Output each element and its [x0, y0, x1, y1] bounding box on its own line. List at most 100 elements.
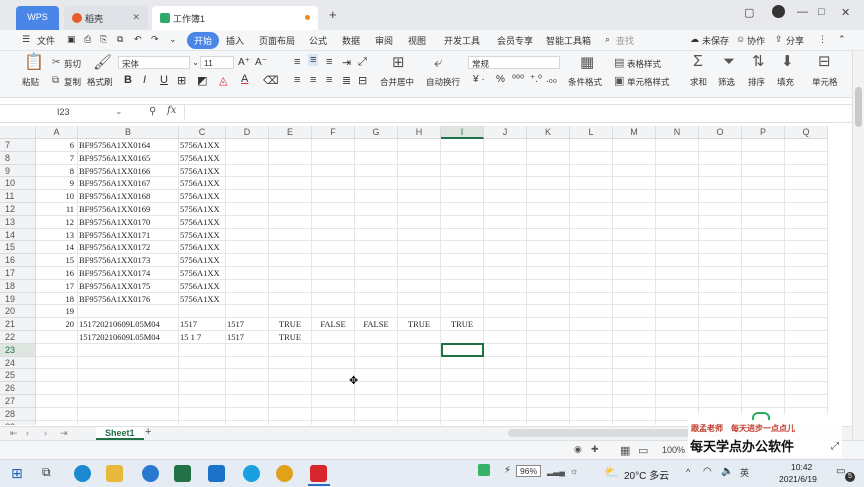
cell-g7[interactable]	[355, 139, 398, 152]
cell-f9[interactable]	[312, 164, 355, 178]
cell-j18[interactable]	[484, 279, 527, 293]
cell-k7[interactable]	[527, 139, 570, 152]
cell-k18[interactable]	[527, 279, 570, 293]
cell-m10[interactable]	[613, 177, 656, 191]
distributed-icon[interactable]: ⊟	[358, 74, 367, 87]
copy-button[interactable]: 复制	[64, 76, 81, 88]
cell-f21[interactable]: FALSE	[312, 318, 355, 331]
cell-q10[interactable]	[785, 177, 828, 191]
cell-h20[interactable]	[398, 305, 441, 319]
cell-f18[interactable]	[312, 279, 355, 293]
cell-p10[interactable]	[742, 177, 785, 191]
cell-a24[interactable]	[36, 356, 78, 370]
cell-p17[interactable]	[742, 267, 785, 280]
cell-l11[interactable]	[570, 190, 613, 203]
cell-n9[interactable]	[656, 164, 699, 178]
cell-j20[interactable]	[484, 305, 527, 319]
cell-m11[interactable]	[613, 190, 656, 203]
filter-icon[interactable]: ⏷	[723, 54, 735, 69]
wrap-text-button[interactable]: 自动换行	[426, 76, 460, 88]
cell-o8[interactable]	[699, 151, 742, 165]
cell-k10[interactable]	[527, 177, 570, 191]
cell-m14[interactable]	[613, 228, 656, 242]
cell-p14[interactable]	[742, 228, 785, 242]
menu-member[interactable]: 会员专享	[497, 34, 533, 47]
cell-o24[interactable]	[699, 356, 742, 370]
paste-button[interactable]: 粘贴	[22, 76, 39, 88]
cell-e24[interactable]	[269, 356, 312, 370]
cell-j15[interactable]	[484, 241, 527, 255]
row-header[interactable]: 21	[0, 318, 36, 331]
formula-input[interactable]	[184, 105, 845, 120]
cell-k14[interactable]	[527, 228, 570, 242]
cut-button[interactable]: 剪切	[64, 58, 81, 70]
cell-j28[interactable]	[484, 407, 527, 421]
cell-k16[interactable]	[527, 254, 570, 267]
cell-g25[interactable]	[355, 369, 398, 383]
cell-g12[interactable]	[355, 203, 398, 216]
cell-q24[interactable]	[785, 356, 828, 370]
cell-p20[interactable]	[742, 305, 785, 319]
cell-q20[interactable]	[785, 305, 828, 319]
cell-m27[interactable]	[613, 395, 656, 408]
cell-n26[interactable]	[656, 382, 699, 395]
increase-font-icon[interactable]: A⁺	[238, 57, 250, 68]
cell-m22[interactable]	[613, 331, 656, 344]
cell-a29[interactable]	[36, 420, 78, 425]
ime-icon[interactable]: 英	[740, 466, 749, 479]
cell-i29[interactable]	[441, 420, 484, 425]
cell-g28[interactable]	[355, 407, 398, 421]
cell-j23[interactable]	[484, 343, 527, 357]
cell-l28[interactable]	[570, 407, 613, 421]
orientation-icon[interactable]: ⤢	[358, 56, 367, 69]
collab-button[interactable]: 协作	[747, 34, 765, 47]
cell-c26[interactable]	[179, 382, 226, 395]
row-header[interactable]: 8	[0, 151, 36, 165]
cell-k26[interactable]	[527, 382, 570, 395]
print-icon[interactable]: ⎘	[100, 34, 107, 45]
cell-p8[interactable]	[742, 151, 785, 165]
cell-a11[interactable]: 10	[36, 190, 78, 203]
cell-b14[interactable]: BF95756A1XX0171	[78, 228, 179, 242]
cell-a20[interactable]: 19	[36, 305, 78, 319]
clock-date[interactable]: 2021/6/19	[779, 474, 817, 484]
cell-h19[interactable]	[398, 292, 441, 306]
cell-j10[interactable]	[484, 177, 527, 191]
cell-c16[interactable]: 5756A1XX	[179, 254, 226, 267]
cell-m9[interactable]	[613, 164, 656, 178]
cell-e7[interactable]	[269, 139, 312, 152]
cell-m20[interactable]	[613, 305, 656, 319]
align-center-icon[interactable]: ≡	[310, 74, 316, 86]
bold-button[interactable]: B	[124, 74, 132, 86]
cell-l19[interactable]	[570, 292, 613, 306]
collapse-ribbon-icon[interactable]: ⌃	[838, 34, 846, 45]
zoom-level[interactable]: 100%	[662, 445, 685, 455]
cell-k17[interactable]	[527, 267, 570, 280]
cell-p24[interactable]	[742, 356, 785, 370]
cell-i24[interactable]	[441, 356, 484, 370]
column-header-f[interactable]: F	[312, 126, 355, 139]
align-middle-icon[interactable]: ≡	[308, 54, 319, 66]
cell-o18[interactable]	[699, 279, 742, 293]
cell-o14[interactable]	[699, 228, 742, 242]
font-select[interactable]: 宋体	[118, 56, 190, 69]
cell-g17[interactable]	[355, 267, 398, 280]
cell-g21[interactable]: FALSE	[355, 318, 398, 331]
cell-m19[interactable]	[613, 292, 656, 306]
cell-d28[interactable]	[226, 407, 269, 421]
cell-h8[interactable]	[398, 151, 441, 165]
column-header-m[interactable]: M	[613, 126, 656, 139]
cell-b22[interactable]: 151720210609L05M04	[78, 331, 179, 344]
wps-icon[interactable]	[310, 465, 327, 482]
cell-j9[interactable]	[484, 164, 527, 178]
cell-d12[interactable]	[226, 203, 269, 216]
show-hidden-icons-icon[interactable]: ^	[686, 467, 690, 477]
cell-l13[interactable]	[570, 215, 613, 229]
paste-icon[interactable]: 📋	[24, 55, 44, 71]
cell-e21[interactable]: TRUE	[269, 318, 312, 331]
cell-d24[interactable]	[226, 356, 269, 370]
select-all-corner[interactable]	[0, 126, 36, 139]
cell-q14[interactable]	[785, 228, 828, 242]
cell-g14[interactable]	[355, 228, 398, 242]
cell-b18[interactable]: BF95756A1XX0175	[78, 279, 179, 293]
